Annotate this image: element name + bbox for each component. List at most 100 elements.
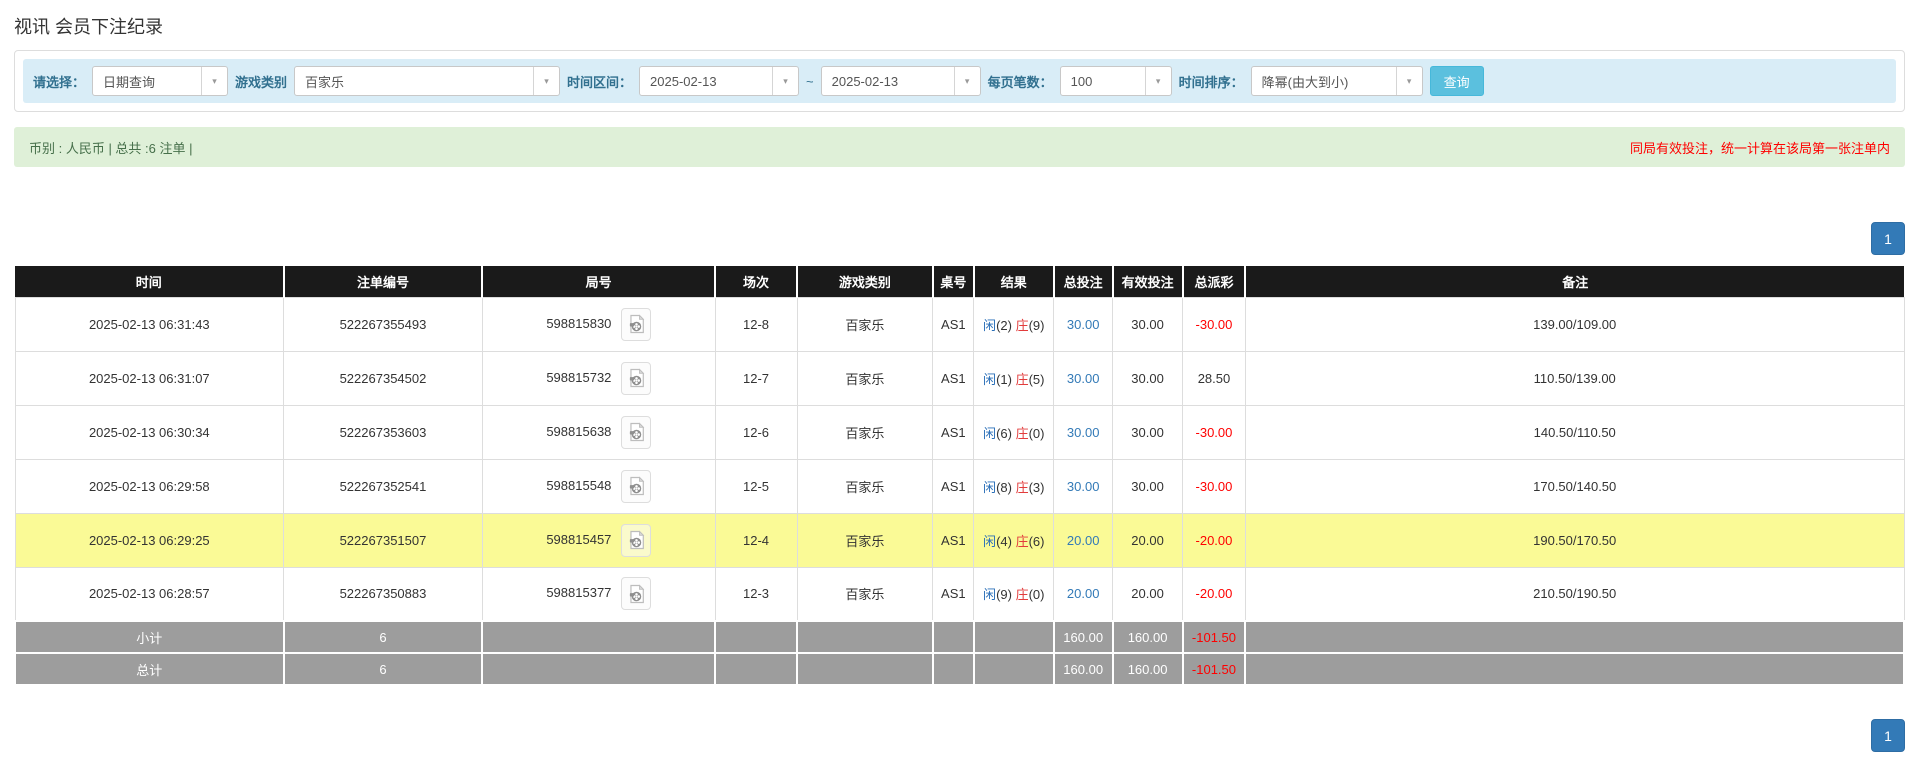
video-replay-icon xyxy=(628,476,645,496)
table-footer-row: 总计6160.00160.00-101.50 xyxy=(15,653,1904,685)
video-replay-button[interactable] xyxy=(621,416,651,449)
table-footer: 小计6160.00160.00-101.50总计6160.00160.00-10… xyxy=(15,621,1904,685)
result-player-score: (6) xyxy=(996,426,1016,441)
result-player-score: (8) xyxy=(996,480,1016,495)
cell-bet-id: 522267354502 xyxy=(284,351,483,405)
cell-time: 2025-02-13 06:29:58 xyxy=(15,459,284,513)
cell-time: 2025-02-13 06:31:07 xyxy=(15,351,284,405)
video-replay-button[interactable] xyxy=(621,362,651,395)
footer-cell-5 xyxy=(933,653,974,685)
total-bet-link[interactable]: 30.00 xyxy=(1067,371,1100,386)
footer-cell-8: 160.00 xyxy=(1113,621,1183,653)
round-number: 598815377 xyxy=(546,585,611,600)
cell-remark: 110.50/139.00 xyxy=(1245,351,1904,405)
footer-cell-5 xyxy=(933,621,974,653)
cell-table-no: AS1 xyxy=(933,459,974,513)
cell-game-type: 百家乐 xyxy=(797,351,933,405)
round-number: 598815830 xyxy=(546,315,611,330)
video-replay-button[interactable] xyxy=(621,308,651,341)
footer-cell-9: -101.50 xyxy=(1183,653,1246,685)
cell-table-no: AS1 xyxy=(933,297,974,351)
result-banker-label: 庄 xyxy=(1016,534,1029,549)
result-player-label: 闲 xyxy=(983,426,996,441)
game-type-label: 游戏类别 xyxy=(235,72,287,91)
round-number: 598815732 xyxy=(546,369,611,384)
summary-currency-count: 币别 : 人民币 | 总共 :6 注单 | xyxy=(29,138,193,157)
cell-session: 12-6 xyxy=(715,405,797,459)
result-banker-score: (9) xyxy=(1029,318,1045,333)
sort-value: 降幂(由大到小) xyxy=(1252,67,1396,95)
cell-game-type: 百家乐 xyxy=(797,297,933,351)
cell-bet-id: 522267351507 xyxy=(284,513,483,567)
column-header-9: 总派彩 xyxy=(1183,266,1246,297)
cell-game-type: 百家乐 xyxy=(797,513,933,567)
total-bet-link[interactable]: 20.00 xyxy=(1067,586,1100,601)
cell-total-bet: 20.00 xyxy=(1054,567,1113,621)
result-player-label: 闲 xyxy=(983,480,996,495)
video-replay-button[interactable] xyxy=(621,524,651,557)
cell-time: 2025-02-13 06:31:43 xyxy=(15,297,284,351)
game-type-select[interactable]: 百家乐 ▾ xyxy=(294,66,560,96)
total-bet-link[interactable]: 30.00 xyxy=(1067,317,1100,332)
cell-game-type: 百家乐 xyxy=(797,405,933,459)
cell-payout: -30.00 xyxy=(1183,405,1246,459)
sort-select[interactable]: 降幂(由大到小) ▾ xyxy=(1251,66,1423,96)
cell-valid-bet: 30.00 xyxy=(1113,297,1183,351)
footer-cell-6 xyxy=(974,653,1054,685)
footer-cell-0: 总计 xyxy=(15,653,284,685)
date-to-select[interactable]: 2025-02-13 ▾ xyxy=(821,66,981,96)
footer-cell-7: 160.00 xyxy=(1054,621,1113,653)
cell-total-bet: 30.00 xyxy=(1054,459,1113,513)
total-bet-link[interactable]: 30.00 xyxy=(1067,479,1100,494)
cell-round-id: 598815457 xyxy=(482,513,715,567)
cell-round-id: 598815830 xyxy=(482,297,715,351)
cell-remark: 190.50/170.50 xyxy=(1245,513,1904,567)
footer-cell-7: 160.00 xyxy=(1054,653,1113,685)
query-type-select[interactable]: 日期查询 ▾ xyxy=(92,66,228,96)
result-banker-score: (0) xyxy=(1029,587,1045,602)
cell-session: 12-3 xyxy=(715,567,797,621)
column-header-10: 备注 xyxy=(1245,266,1904,297)
video-replay-button[interactable] xyxy=(621,470,651,503)
cell-result: 闲(8) 庄(3) xyxy=(974,459,1054,513)
page-1-button[interactable]: 1 xyxy=(1871,719,1905,752)
cell-time: 2025-02-13 06:29:25 xyxy=(15,513,284,567)
footer-cell-1: 6 xyxy=(284,653,483,685)
footer-cell-0: 小计 xyxy=(15,621,284,653)
cell-table-no: AS1 xyxy=(933,405,974,459)
page-size-select[interactable]: 100 ▾ xyxy=(1060,66,1172,96)
video-replay-icon xyxy=(628,530,645,550)
cell-session: 12-4 xyxy=(715,513,797,567)
round-number: 598815548 xyxy=(546,477,611,492)
cell-result: 闲(6) 庄(0) xyxy=(974,405,1054,459)
table-row: 2025-02-13 06:29:25522267351507598815457… xyxy=(15,513,1904,567)
chevron-down-icon: ▾ xyxy=(533,67,559,95)
page-1-button[interactable]: 1 xyxy=(1871,222,1905,255)
table-row: 2025-02-13 06:28:57522267350883598815377… xyxy=(15,567,1904,621)
result-banker-label: 庄 xyxy=(1016,318,1029,333)
result-banker-label: 庄 xyxy=(1016,372,1029,387)
search-button[interactable]: 查询 xyxy=(1430,66,1484,96)
cell-result: 闲(9) 庄(0) xyxy=(974,567,1054,621)
footer-cell-6 xyxy=(974,621,1054,653)
cell-valid-bet: 30.00 xyxy=(1113,351,1183,405)
footer-cell-10 xyxy=(1245,653,1904,685)
result-player-label: 闲 xyxy=(983,372,996,387)
chevron-down-icon: ▾ xyxy=(1396,67,1422,95)
date-from-select[interactable]: 2025-02-13 ▾ xyxy=(639,66,799,96)
cell-round-id: 598815548 xyxy=(482,459,715,513)
footer-cell-4 xyxy=(797,653,933,685)
table-row: 2025-02-13 06:29:58522267352541598815548… xyxy=(15,459,1904,513)
chevron-down-icon: ▾ xyxy=(1145,67,1171,95)
video-replay-button[interactable] xyxy=(621,577,651,610)
result-banker-label: 庄 xyxy=(1016,587,1029,602)
filter-bar: 请选择： 日期查询 ▾ 游戏类别 百家乐 ▾ 时间区间： 2025-02-13 … xyxy=(23,59,1896,103)
cell-total-bet: 30.00 xyxy=(1054,351,1113,405)
video-replay-icon xyxy=(628,314,645,334)
total-bet-link[interactable]: 20.00 xyxy=(1067,533,1100,548)
total-bet-link[interactable]: 30.00 xyxy=(1067,425,1100,440)
table-footer-row: 小计6160.00160.00-101.50 xyxy=(15,621,1904,653)
cell-payout: -30.00 xyxy=(1183,297,1246,351)
cell-table-no: AS1 xyxy=(933,567,974,621)
cell-session: 12-5 xyxy=(715,459,797,513)
